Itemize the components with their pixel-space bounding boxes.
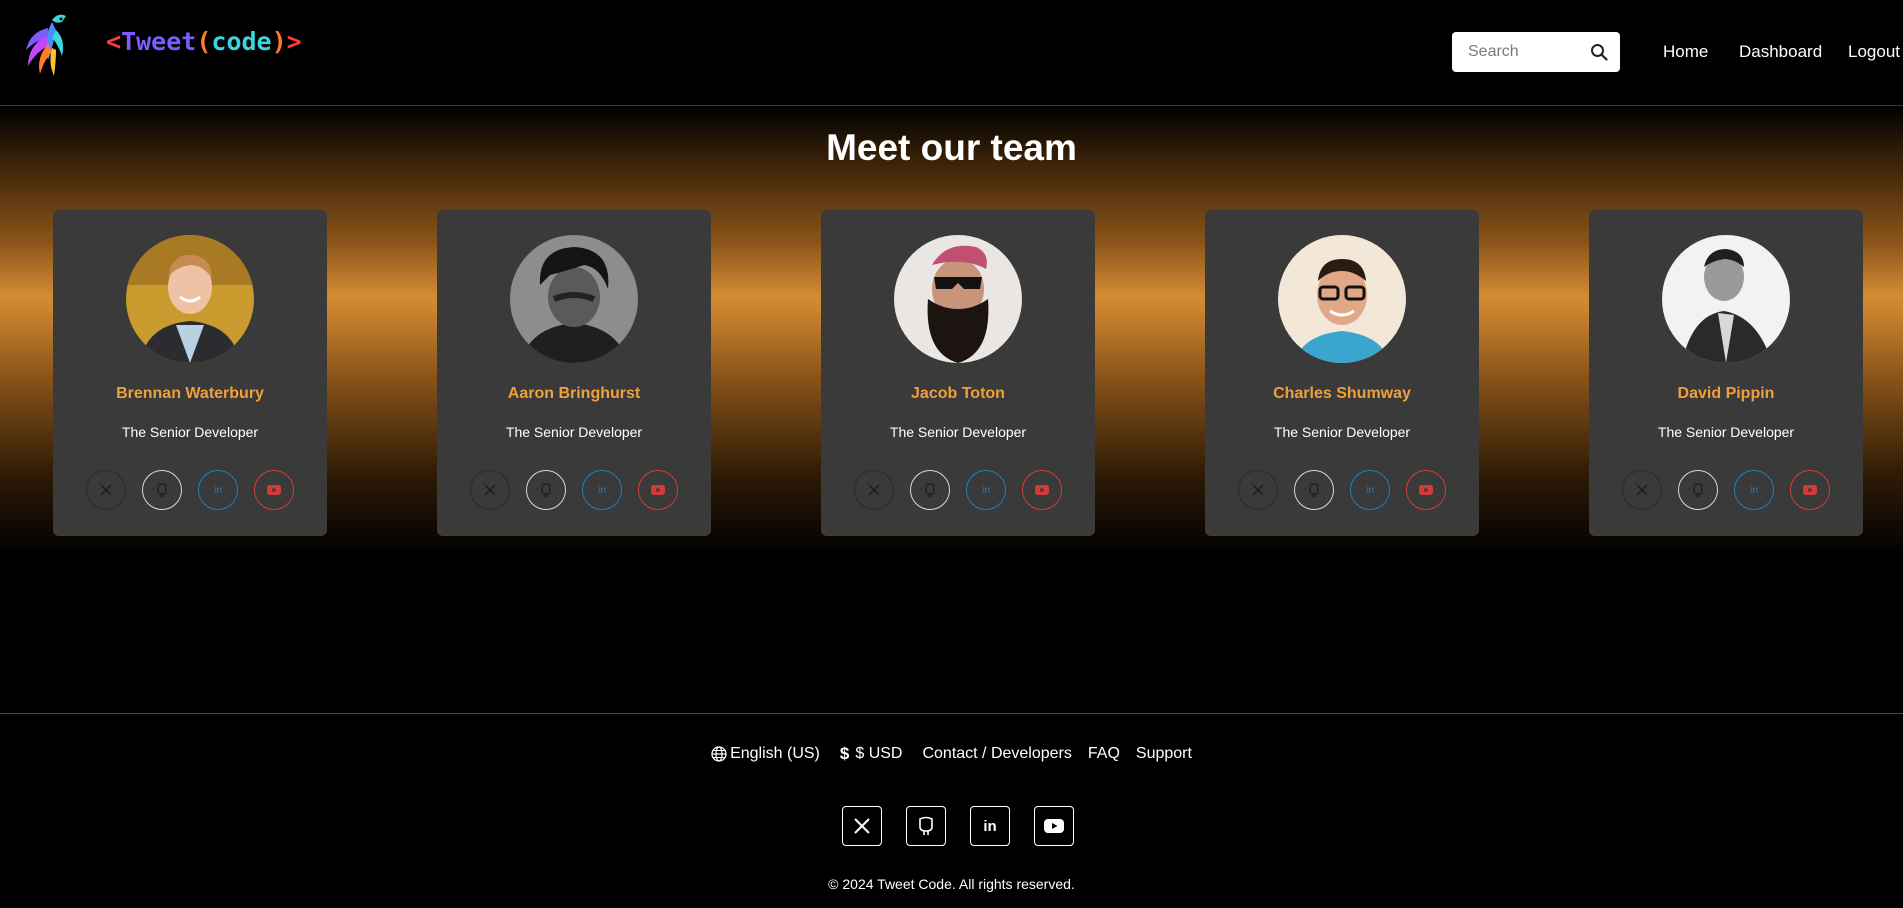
github-icon[interactable]: [526, 470, 566, 510]
brand-word-tweet: Tweet: [121, 27, 197, 56]
member-social-links: in: [1622, 470, 1832, 512]
member-avatar: [1278, 235, 1406, 363]
x-icon[interactable]: [854, 470, 894, 510]
x-icon[interactable]: [470, 470, 510, 510]
nav-home-link[interactable]: Home: [1663, 42, 1708, 62]
team-section: Meet our team Brennan Waterbury The Seni…: [0, 107, 1903, 557]
member-name: David Pippin: [1677, 385, 1775, 402]
linkedin-icon[interactable]: in: [1350, 470, 1390, 510]
footer: English (US) $ $ USD Contact / Developer…: [0, 713, 1903, 908]
footer-link-support[interactable]: Support: [1136, 744, 1192, 764]
member-social-links: in: [86, 470, 296, 512]
youtube-icon[interactable]: [1406, 470, 1446, 510]
footer-links: English (US) $ $ USD Contact / Developer…: [0, 744, 1903, 764]
member-avatar: [894, 235, 1022, 363]
member-role: The Senior Developer: [1657, 424, 1795, 440]
github-icon[interactable]: [906, 806, 946, 846]
youtube-icon[interactable]: [638, 470, 678, 510]
member-social-links: in: [1238, 470, 1448, 512]
member-name: Charles Shumway: [1273, 385, 1411, 402]
x-icon[interactable]: [86, 470, 126, 510]
footer-link-faq[interactable]: FAQ: [1088, 744, 1120, 764]
member-avatar: [1662, 235, 1790, 363]
member-name: Brennan Waterbury: [116, 385, 264, 402]
brand-wordmark[interactable]: <Tweet(code)>: [106, 27, 302, 56]
nav-dashboard-link[interactable]: Dashboard: [1739, 42, 1822, 62]
member-role: The Senior Developer: [1273, 424, 1411, 440]
bird-logo-icon[interactable]: [22, 10, 78, 78]
brand-open: <: [106, 27, 122, 56]
github-icon[interactable]: [142, 470, 182, 510]
search-input[interactable]: [1468, 43, 1578, 61]
github-icon[interactable]: [910, 470, 950, 510]
dollar-icon: $: [839, 744, 850, 763]
nav-logout-link[interactable]: Logout: [1848, 42, 1900, 62]
team-member-card: Brennan Waterbury The Senior Developer i…: [53, 210, 327, 536]
member-avatar: [126, 235, 254, 363]
linkedin-icon[interactable]: in: [966, 470, 1006, 510]
brand-paren-open: (: [196, 27, 212, 56]
top-navbar: <Tweet(code)> Home Dashboard Logout: [0, 0, 1903, 106]
search-box: [1452, 32, 1620, 72]
linkedin-icon[interactable]: in: [582, 470, 622, 510]
brand-word-code: code: [211, 27, 272, 56]
youtube-icon[interactable]: [1790, 470, 1830, 510]
member-avatar: [510, 235, 638, 363]
team-member-card: Aaron Bringhurst The Senior Developer in: [437, 210, 711, 536]
brand-paren-close: ): [271, 27, 287, 56]
brand-close: >: [286, 27, 302, 56]
team-member-card: Jacob Toton The Senior Developer in: [821, 210, 1095, 536]
search-icon[interactable]: [1590, 43, 1608, 61]
member-role: The Senior Developer: [505, 424, 643, 440]
copyright-text: © 2024 Tweet Code. All rights reserved.: [828, 876, 1075, 892]
x-icon[interactable]: [842, 806, 882, 846]
youtube-icon[interactable]: [1034, 806, 1074, 846]
team-heading: Meet our team: [826, 127, 1077, 168]
footer-link-contact[interactable]: Contact / Developers: [922, 744, 1071, 764]
team-member-card: David Pippin The Senior Developer in: [1589, 210, 1863, 536]
team-member-card: Charles Shumway The Senior Developer in: [1205, 210, 1479, 536]
member-name: Aaron Bringhurst: [507, 385, 641, 402]
member-name: Jacob Toton: [911, 385, 1005, 402]
youtube-icon[interactable]: [254, 470, 294, 510]
member-social-links: in: [854, 470, 1064, 512]
linkedin-icon[interactable]: in: [1734, 470, 1774, 510]
currency-label: $ USD: [855, 745, 903, 762]
linkedin-icon[interactable]: in: [970, 806, 1010, 846]
member-role: The Senior Developer: [889, 424, 1027, 440]
member-role: The Senior Developer: [121, 424, 259, 440]
language-label: English (US): [730, 745, 820, 762]
youtube-icon[interactable]: [1022, 470, 1062, 510]
member-social-links: in: [470, 470, 680, 512]
globe-icon: [711, 746, 727, 762]
github-icon[interactable]: [1678, 470, 1718, 510]
language-selector[interactable]: English (US): [711, 744, 820, 764]
x-icon[interactable]: [1622, 470, 1662, 510]
github-icon[interactable]: [1294, 470, 1334, 510]
currency-selector[interactable]: $ $ USD: [840, 744, 903, 764]
x-icon[interactable]: [1238, 470, 1278, 510]
linkedin-icon[interactable]: in: [198, 470, 238, 510]
